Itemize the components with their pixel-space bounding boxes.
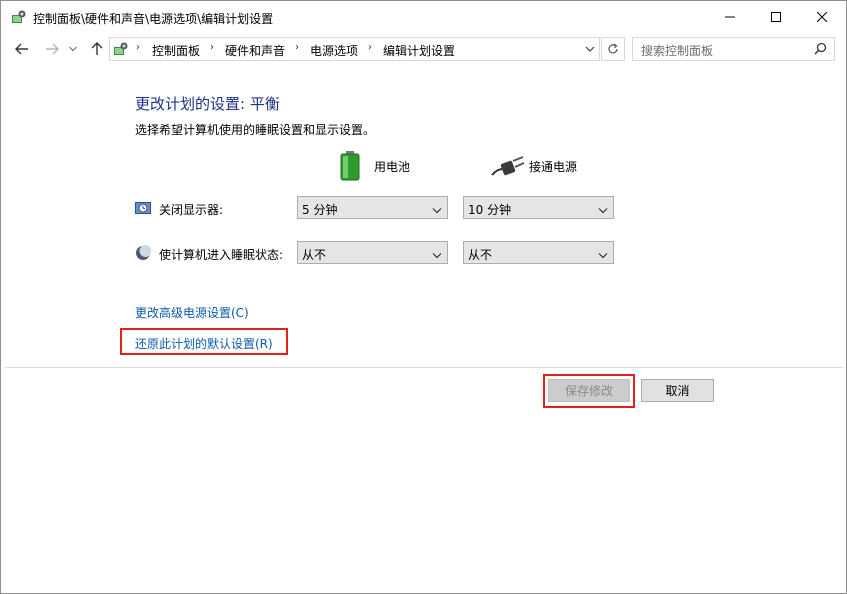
recent-locations-button[interactable] — [66, 37, 80, 61]
divider — [5, 367, 843, 368]
up-arrow-icon — [91, 42, 103, 55]
address-bar[interactable]: › 控制面板 › 硬件和声音 › 电源选项 › 编辑计划设置 — [109, 37, 600, 61]
minimize-icon — [725, 16, 735, 18]
breadcrumb-control-panel[interactable]: 控制面板 — [152, 42, 200, 59]
breadcrumb-separator: › — [368, 42, 372, 53]
minimize-button[interactable] — [707, 1, 753, 33]
control-panel-icon — [113, 41, 129, 57]
power-plug-icon — [491, 155, 525, 180]
restore-defaults-link[interactable]: 还原此计划的默认设置(R) — [135, 335, 273, 352]
battery-icon — [339, 151, 361, 184]
chevron-down-icon — [598, 248, 608, 262]
sleep-label: 使计算机进入睡眠状态: — [159, 248, 284, 262]
window-title: 控制面板\硬件和声音\电源选项\编辑计划设置 — [33, 12, 274, 26]
back-button[interactable] — [11, 37, 33, 61]
title-bar: 控制面板\硬件和声音\电源选项\编辑计划设置 — [1, 1, 846, 33]
chevron-down-icon — [432, 248, 442, 262]
chevron-down-icon — [432, 203, 442, 217]
control-panel-icon — [11, 9, 27, 25]
plugged-in-column-header: 接通电源 — [491, 151, 611, 181]
battery-column-label: 用电池 — [374, 160, 411, 174]
maximize-icon — [771, 12, 781, 22]
battery-column-header: 用电池 — [339, 151, 439, 181]
sleep-battery-value: 从不 — [302, 248, 327, 262]
cancel-button[interactable]: 取消 — [641, 379, 714, 402]
save-changes-button[interactable]: 保存修改 — [548, 379, 630, 402]
page-title: 更改计划的设置: 平衡 — [135, 95, 280, 113]
back-arrow-icon — [15, 43, 28, 55]
page-description: 选择希望计算机使用的睡眠设置和显示设置。 — [135, 123, 376, 137]
display-off-plugged-select[interactable]: 10 分钟 — [463, 196, 614, 219]
chevron-down-icon — [585, 46, 595, 52]
forward-arrow-icon — [46, 43, 59, 55]
close-button[interactable] — [799, 1, 845, 33]
address-dropdown-button[interactable] — [585, 42, 597, 56]
refresh-icon — [608, 43, 618, 54]
chevron-down-icon — [69, 46, 77, 52]
breadcrumb-edit-plan[interactable]: 编辑计划设置 — [383, 42, 455, 59]
forward-button[interactable] — [41, 37, 63, 61]
search-placeholder: 搜索控制面板 — [641, 44, 714, 58]
sleep-plugged-select[interactable]: 从不 — [463, 241, 614, 264]
edit-plan-settings-window: 控制面板\硬件和声音\电源选项\编辑计划设置 › 控制面板 › 硬件和声音 › … — [0, 0, 847, 594]
up-button[interactable] — [86, 37, 108, 61]
display-off-label: 关闭显示器: — [159, 203, 224, 217]
search-box[interactable]: 搜索控制面板 — [632, 37, 835, 61]
breadcrumb-separator: › — [136, 42, 140, 53]
sleep-battery-select[interactable]: 从不 — [297, 241, 448, 264]
advanced-power-settings-link[interactable]: 更改高级电源设置(C) — [135, 304, 249, 321]
chevron-down-icon — [598, 203, 608, 217]
refresh-button[interactable] — [601, 37, 625, 61]
breadcrumb-hardware-sound[interactable]: 硬件和声音 — [225, 42, 285, 59]
plugged-in-column-label: 接通电源 — [529, 160, 578, 174]
maximize-button[interactable] — [753, 1, 799, 33]
search-icon[interactable] — [814, 42, 827, 58]
close-icon — [817, 12, 827, 22]
display-off-battery-value: 5 分钟 — [302, 203, 338, 217]
navigation-bar: › 控制面板 › 硬件和声音 › 电源选项 › 编辑计划设置 搜索控制面板 — [1, 33, 846, 65]
sleep-moon-icon — [135, 245, 152, 261]
breadcrumb-separator: › — [295, 42, 299, 53]
breadcrumb-power-options[interactable]: 电源选项 — [310, 42, 358, 59]
breadcrumb-separator: › — [210, 42, 214, 53]
display-off-battery-select[interactable]: 5 分钟 — [297, 196, 448, 219]
display-off-plugged-value: 10 分钟 — [468, 203, 512, 217]
display-clock-icon — [135, 200, 151, 216]
sleep-plugged-value: 从不 — [468, 248, 493, 262]
